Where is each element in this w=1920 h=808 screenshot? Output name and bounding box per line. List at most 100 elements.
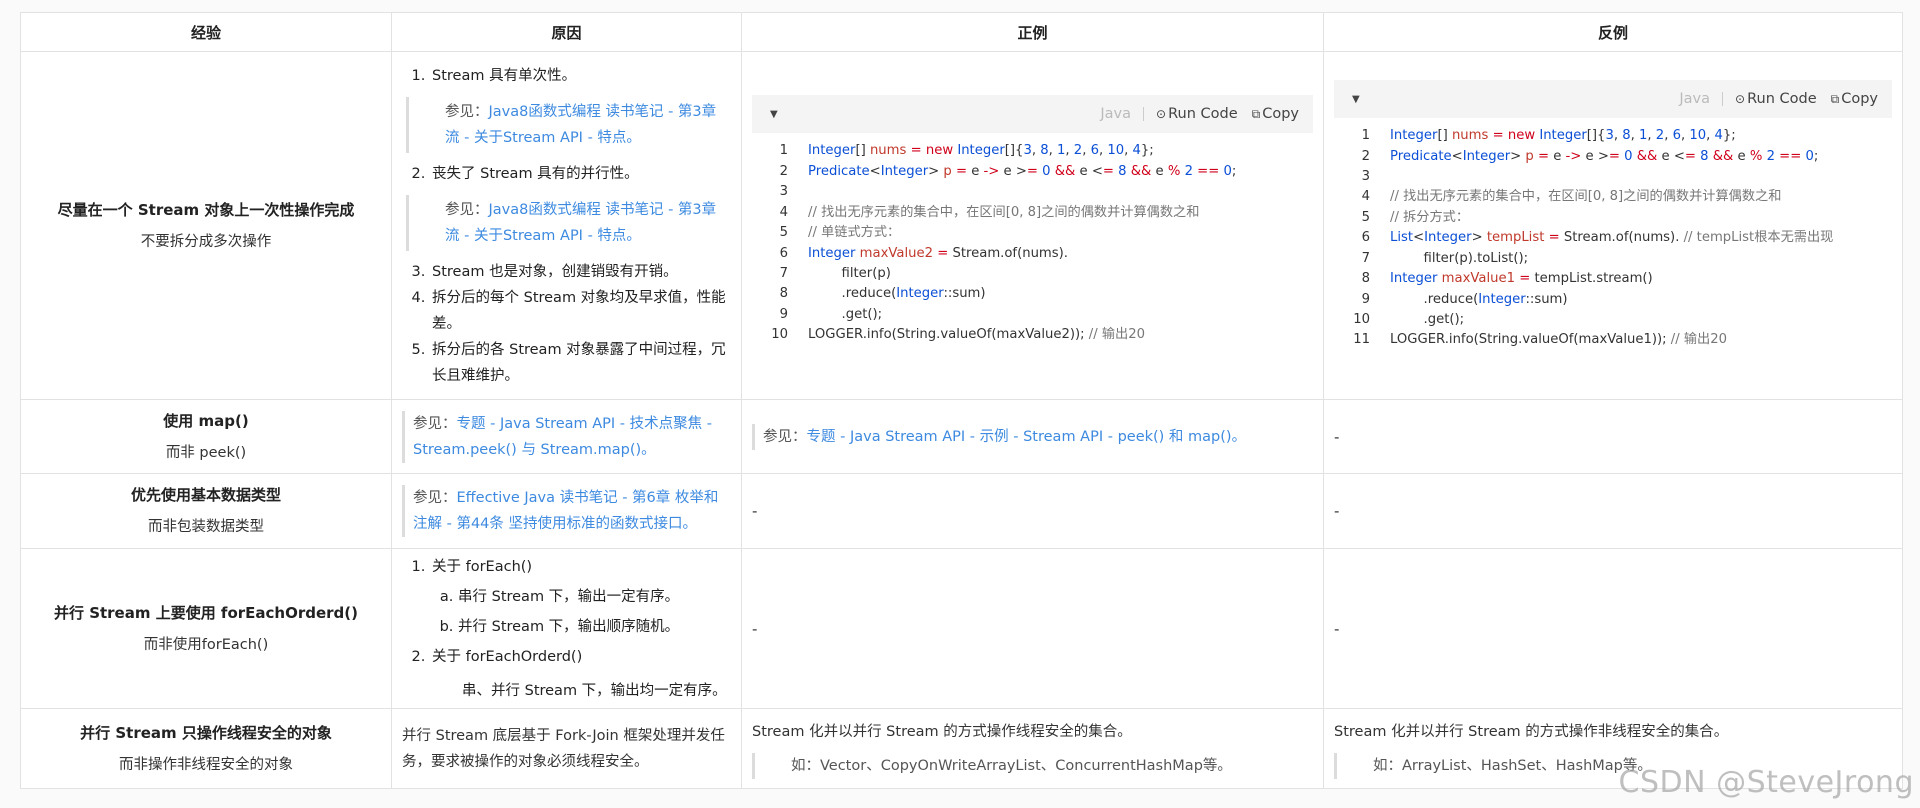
line-number: 3: [1361, 169, 1370, 185]
experience-subtitle: 而非使用forEach(): [143, 636, 269, 653]
collapse-toggle-icon[interactable]: ▼: [770, 109, 778, 120]
reason-cell: Stream 具有单次性。 参见：Java8函数式编程 读书笔记 - 第3章 流…: [391, 51, 742, 400]
experience-cell: 并行 Stream 只操作线程安全的对象 而非操作非线程安全的对象: [20, 708, 392, 789]
line-number: 9: [1361, 291, 1370, 307]
list-item: Stream 具有单次性。 参见：Java8函数式编程 读书笔记 - 第3章 流…: [406, 63, 731, 153]
code-block: ▼ Java ⊙ Run Code ⧉ Copy 1 Integer[] nums =…: [752, 95, 1313, 350]
code-toolbar: ▼ Java ⊙ Run Code ⧉ Copy: [1334, 80, 1892, 119]
code-line: 8 .reduce(Integer::sum): [752, 284, 1313, 304]
line-text: // 单链式方式：: [808, 225, 901, 241]
code-line: 3: [1334, 167, 1892, 187]
experience-cell: 使用 map() 而非 peek(): [20, 399, 392, 474]
code-language: Java: [1679, 91, 1711, 108]
reference-link[interactable]: 专题 - Java Stream API - 示例 - Stream API -…: [807, 429, 1247, 445]
experience-subtitle: 而非包装数据类型: [148, 519, 264, 535]
line-text: Integer[] nums = new Integer[]{3, 8, 1, …: [808, 143, 1154, 159]
good-example-cell: 参见：专题 - Java Stream API - 示例 - Stream AP…: [741, 399, 1324, 474]
copy-button[interactable]: ⧉ Copy: [1831, 91, 1878, 107]
line-number: 11: [1353, 332, 1370, 348]
experience-table: 经验 原因 正例 反例 尽量在一个 Stream 对象上一次性操作完成 不要拆分…: [20, 12, 1903, 789]
line-number: 5: [1361, 209, 1370, 225]
code-line: 2 Predicate<Integer> p = e -> e >= 0 && e…: [1334, 147, 1892, 167]
experience-title: 使用 map(): [163, 411, 249, 430]
line-text: .reduce(Integer::sum): [808, 286, 986, 302]
line-number: 1: [779, 143, 788, 159]
header-bad-example: 反例: [1323, 12, 1903, 52]
experience-title: 并行 Stream 只操作线程安全的对象: [80, 723, 332, 742]
line-number: 4: [779, 204, 788, 220]
list-item: 关于 forEach() 串行 Stream 下，输出一定有序。 并行 Stre…: [430, 552, 731, 642]
line-text: [1390, 167, 1394, 187]
line-text: filter(p): [808, 265, 891, 281]
reference-quote: 参见：Effective Java 读书笔记 - 第6章 枚举和注解 - 第44…: [402, 485, 731, 537]
reference-quote: 参见：专题 - Java Stream API - 技术点聚焦 - Stream…: [402, 410, 731, 463]
line-text: // 找出无序元素的集合中，在区间[0, 8]之间的偶数并计算偶数之和: [1390, 189, 1782, 205]
experience-title: 尽量在一个 Stream 对象上一次性操作完成: [57, 200, 355, 219]
example-text: Stream 化并以并行 Stream 的方式操作线程安全的集合。: [752, 723, 1132, 740]
sub-list: 串行 Stream 下，输出一定有序。 并行 Stream 下，输出顺序随机。: [432, 582, 731, 642]
line-number: 2: [779, 163, 788, 179]
code-block: ▼ Java ⊙ Run Code ⧉ Copy 1 Integer[] nums =…: [1334, 80, 1892, 355]
reason-list: 关于 forEach() 串行 Stream 下，输出一定有序。 并行 Stre…: [402, 552, 731, 706]
line-number: 6: [1361, 230, 1370, 246]
line-number: 1: [1361, 128, 1370, 144]
table-row: 优先使用基本数据类型 而非包装数据类型 参见：Effective Java 读书…: [20, 473, 1903, 549]
code-line: 1 Integer[] nums = new Integer[]{3, 8, 1,…: [752, 141, 1313, 161]
copy-icon: ⧉: [1251, 106, 1261, 121]
line-number: 10: [1353, 311, 1370, 327]
line-number: 7: [779, 265, 788, 281]
play-circle-icon: ⊙: [1156, 107, 1167, 122]
experience-cell: 优先使用基本数据类型 而非包装数据类型: [20, 473, 392, 549]
run-code-button[interactable]: ⊙ Run Code: [1156, 106, 1238, 122]
header-good-example: 正例: [741, 12, 1324, 52]
line-text: [808, 182, 812, 202]
line-text: filter(p).toList();: [1390, 250, 1529, 266]
code-line: 6 Integer maxValue2 = Stream.of(nums).: [752, 244, 1313, 264]
code-listing: 1 Integer[] nums = new Integer[]{3, 8, 1,…: [1334, 118, 1892, 354]
code-line: 7 filter(p).toList();: [1334, 249, 1892, 269]
line-number: 6: [779, 245, 788, 261]
line-number: 7: [1361, 250, 1370, 266]
line-text: LOGGER.info(String.valueOf(maxValue2)); …: [808, 327, 1146, 343]
experience-cell: 尽量在一个 Stream 对象上一次性操作完成 不要拆分成多次操作: [20, 51, 392, 400]
reason-cell: 关于 forEach() 串行 Stream 下，输出一定有序。 并行 Stre…: [391, 548, 742, 709]
example-text: Stream 化并以并行 Stream 的方式操作非线程安全的集合。: [1334, 723, 1729, 740]
experience-subtitle: 而非操作非线程安全的对象: [119, 756, 293, 773]
code-line: 9 .get();: [752, 305, 1313, 325]
run-code-button[interactable]: ⊙ Run Code: [1735, 91, 1817, 107]
toolbar-divider: [1722, 92, 1724, 107]
experience-subtitle: 不要拆分成多次操作: [140, 233, 272, 250]
code-line: 6 List<Integer> tempList = Stream.of(nums…: [1334, 228, 1892, 248]
table-header-row: 经验 原因 正例 反例: [20, 12, 1903, 52]
reference-quote: 参见：Java8函数式编程 读书笔记 - 第3章 流 - 关于Stream AP…: [406, 194, 731, 251]
line-number: 2: [1361, 148, 1370, 164]
line-text: .get();: [808, 306, 883, 322]
good-example-cell: Stream 化并以并行 Stream 的方式操作线程安全的集合。 如：Vect…: [741, 708, 1324, 789]
line-text: List<Integer> tempList = Stream.of(nums)…: [1390, 230, 1834, 246]
header-experience: 经验: [20, 12, 392, 52]
copy-icon: ⧉: [1830, 91, 1840, 106]
reference-link[interactable]: Effective Java 读书笔记 - 第6章 枚举和注解 - 第44条 坚…: [413, 490, 718, 532]
line-text: LOGGER.info(String.valueOf(maxValue1)); …: [1390, 332, 1728, 348]
line-text: Integer maxValue1 = tempList.stream(): [1390, 271, 1653, 287]
code-language: Java: [1100, 106, 1132, 123]
list-item: 拆分后的各 Stream 对象暴露了中间过程，冗长且难维护。: [430, 337, 731, 389]
experience-subtitle: 而非 peek(): [165, 444, 247, 461]
good-example-cell: ▼ Java ⊙ Run Code ⧉ Copy 1 Integer[] nums =…: [741, 51, 1324, 400]
list-item: 丧失了 Stream 具有的并行性。 参见：Java8函数式编程 读书笔记 - …: [406, 161, 731, 251]
example-quote: 如：Vector、CopyOnWriteArrayList、Concurrent…: [752, 752, 1313, 779]
code-line: 5 // 拆分方式：: [1334, 208, 1892, 228]
good-example-cell: -: [741, 548, 1324, 709]
code-line: 3: [752, 182, 1313, 202]
collapse-toggle-icon[interactable]: ▼: [1352, 94, 1360, 105]
code-line: 4 // 找出无序元素的集合中，在区间[0, 8]之间的偶数并计算偶数之和: [752, 203, 1313, 223]
watermark: CSDN @SteveJrong: [1618, 765, 1914, 800]
experience-title: 并行 Stream 上要使用 forEachOrderd(): [53, 603, 359, 622]
table-row: 尽量在一个 Stream 对象上一次性操作完成 不要拆分成多次操作 Stream…: [20, 51, 1903, 400]
line-number: 5: [779, 225, 788, 241]
experience-cell: 并行 Stream 上要使用 forEachOrderd() 而非使用forEa…: [20, 548, 392, 709]
experience-title: 优先使用基本数据类型: [130, 486, 281, 504]
copy-button[interactable]: ⧉ Copy: [1252, 106, 1299, 122]
reference-link[interactable]: 专题 - Java Stream API - 技术点聚焦 - Stream.pe…: [413, 416, 712, 458]
bad-example-cell: -: [1323, 473, 1903, 549]
